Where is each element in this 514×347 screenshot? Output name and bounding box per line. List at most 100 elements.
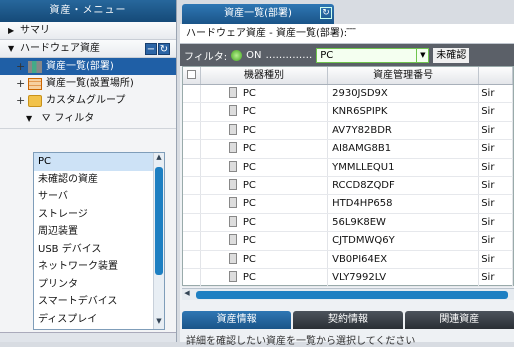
row-checkbox[interactable]	[183, 213, 201, 232]
tree-item-assets-by-department[interactable]: + 資産一覧(部署)	[0, 58, 176, 75]
folder-icon	[28, 94, 42, 107]
scroll-left-icon[interactable]: ◀	[182, 289, 192, 301]
pc-icon	[228, 178, 237, 190]
row-checkbox[interactable]	[183, 158, 201, 176]
column-device-type[interactable]: 機器種別	[201, 67, 329, 84]
filter-on-indicator-icon[interactable]	[231, 49, 243, 61]
extra-cell: Sir	[479, 85, 514, 103]
tree-item-label: 資産一覧(部署)	[46, 61, 114, 72]
expand-plus-icon[interactable]: +	[16, 75, 25, 92]
pc-icon	[228, 160, 237, 172]
row-checkbox[interactable]	[183, 268, 201, 287]
pc-icon	[228, 215, 237, 227]
filter-item[interactable]: USB デバイス	[34, 241, 164, 259]
table-row[interactable]: PC YMMLLEQU1 Sir	[183, 158, 514, 177]
refresh-icon[interactable]: ↻	[320, 7, 332, 19]
filter-item[interactable]: ストレージ	[34, 206, 164, 224]
filter-item[interactable]: 周辺装置	[34, 223, 164, 241]
column-asset-number[interactable]: 資産管理番号	[328, 67, 480, 84]
hardware-assets-label: ハードウェア資産	[20, 43, 100, 54]
device-type-cell: PC	[201, 85, 329, 103]
row-checkbox[interactable]	[183, 140, 201, 158]
scroll-down-icon[interactable]: ▼	[154, 317, 164, 329]
scroll-thumb[interactable]	[155, 167, 163, 275]
row-checkbox[interactable]	[183, 103, 201, 121]
refresh-button[interactable]: ↻	[158, 43, 170, 55]
expand-plus-icon[interactable]: +	[16, 92, 25, 109]
filter-item[interactable]: 未確認の資産	[34, 171, 164, 189]
tab-contract-info[interactable]: 契約情報	[293, 311, 403, 329]
table-row[interactable]: PC AV7Y82BDR Sir	[183, 121, 514, 141]
extra-text: Sir	[481, 271, 495, 283]
breadcrumb: ハードウェア資産 - 資産一覧(部署): ̄ ̄ ̄	[180, 24, 514, 44]
filter-item[interactable]: スマートデバイス	[34, 293, 164, 311]
filter-field-name: ‥‥‥‥‥‥‥	[265, 49, 313, 61]
asset-number-text: VLY7992LV	[332, 271, 387, 283]
select-all-checkbox[interactable]	[183, 67, 201, 84]
main-panel: 資産一覧(部署) ↻ ハードウェア資産 - 資産一覧(部署): ̄ ̄ ̄ フィ…	[180, 0, 514, 347]
device-type-cell: PC	[201, 232, 329, 250]
table-row[interactable]: PC AI8AMG8B1 Sir	[183, 140, 514, 159]
asset-number-text: 56L9K8EW	[332, 216, 386, 228]
pc-icon	[228, 252, 237, 264]
extra-cell: Sir	[479, 213, 514, 232]
device-type-text: PC	[242, 198, 256, 210]
tab-asset-info[interactable]: 資産情報	[182, 311, 292, 329]
asset-number-cell: VLY7992LV	[328, 268, 480, 287]
tree-item-assets-by-location[interactable]: + 資産一覧(設置場所)	[0, 75, 176, 92]
minimize-button[interactable]: −	[145, 43, 157, 55]
row-checkbox[interactable]	[183, 195, 201, 213]
filter-item[interactable]: サーバ	[34, 188, 164, 206]
row-checkbox[interactable]	[183, 121, 201, 140]
row-checkbox[interactable]	[183, 232, 201, 250]
summary-section[interactable]: ▶ サマリ	[0, 22, 176, 40]
filter-item[interactable]: プリンタ	[34, 276, 164, 294]
asset-number-cell: KNR6SPIPK	[328, 103, 480, 121]
device-type-text: PC	[242, 271, 256, 283]
row-checkbox[interactable]	[183, 85, 201, 103]
asset-number-text: RCCD8ZQDF	[332, 179, 395, 191]
row-checkbox[interactable]	[183, 176, 201, 195]
filter-list[interactable]: PC 未確認の資産 サーバ ストレージ 周辺装置 USB デバイス ネットワーク装置 プリンタ…	[33, 152, 165, 330]
menu-panel: 資産・メニュー ▶ サマリ ▼ ハードウェア資産 − ↻ + 資産一覧(部署) + 資産一…	[0, 0, 177, 342]
filter-item[interactable]: ディスプレイ	[34, 311, 164, 329]
scroll-up-icon[interactable]: ▲	[154, 153, 164, 165]
extra-cell: Sir	[479, 268, 514, 287]
device-type-text: PC	[242, 179, 256, 191]
filter-item[interactable]: PC	[34, 153, 164, 171]
vertical-scrollbar[interactable]: ▲ ▼	[153, 153, 164, 329]
table-row[interactable]: PC VB0PI64EX Sir	[183, 250, 514, 269]
asset-number-cell: YMMLLEQU1	[328, 158, 480, 176]
extra-cell: Sir	[479, 103, 514, 121]
table-row[interactable]: PC HTD4HP658 Sir	[183, 195, 514, 214]
filter-item[interactable]: ネットワーク装置	[34, 258, 164, 276]
table-row[interactable]: PC CJTDMWQ6Y Sir	[183, 232, 514, 251]
dropdown-arrow-icon[interactable]: ▼	[416, 48, 428, 62]
table-row[interactable]: PC RCCD8ZQDF Sir	[183, 176, 514, 196]
tab-related-assets[interactable]: 関連資産	[404, 311, 514, 329]
device-type-text: PC	[242, 124, 256, 136]
asset-number-cell: CJTDMWQ6Y	[328, 232, 480, 250]
table-row[interactable]: PC 2930JSD9X Sir	[183, 85, 514, 104]
asset-number-text: VB0PI64EX	[332, 253, 388, 265]
table-row[interactable]: PC VLY7992LV Sir	[183, 268, 514, 288]
device-type-text: PC	[242, 143, 256, 155]
tree-item-custom-group[interactable]: + カスタムグループ	[0, 92, 176, 109]
filter-header[interactable]: ▼ ⛛ フィルタ	[0, 109, 176, 129]
row-checkbox[interactable]	[183, 250, 201, 268]
scroll-thumb[interactable]	[196, 291, 508, 299]
extra-cell: Sir	[479, 121, 514, 140]
table-row[interactable]: PC 56L9K8EW Sir	[183, 213, 514, 233]
unchecked-assets-filter[interactable]: 未確認	[433, 47, 470, 63]
filter-select[interactable]: PC ▼	[316, 47, 430, 63]
column-extra[interactable]	[479, 67, 513, 84]
pc-icon	[228, 142, 237, 154]
extra-cell: Sir	[479, 195, 514, 213]
table-row[interactable]: PC KNR6SPIPK Sir	[183, 103, 514, 122]
horizontal-scrollbar[interactable]: ◀	[182, 288, 514, 300]
expand-plus-icon[interactable]: +	[16, 58, 25, 75]
table-body: PC 2930JSD9X Sir PC KNR6SPIPK Sir PC AV7Y82BDR S…	[183, 85, 514, 288]
tab-assets-by-department[interactable]: 資産一覧(部署)	[182, 4, 334, 24]
device-type-text: PC	[242, 161, 256, 173]
hardware-assets-section[interactable]: ▼ ハードウェア資産 − ↻	[0, 40, 176, 58]
